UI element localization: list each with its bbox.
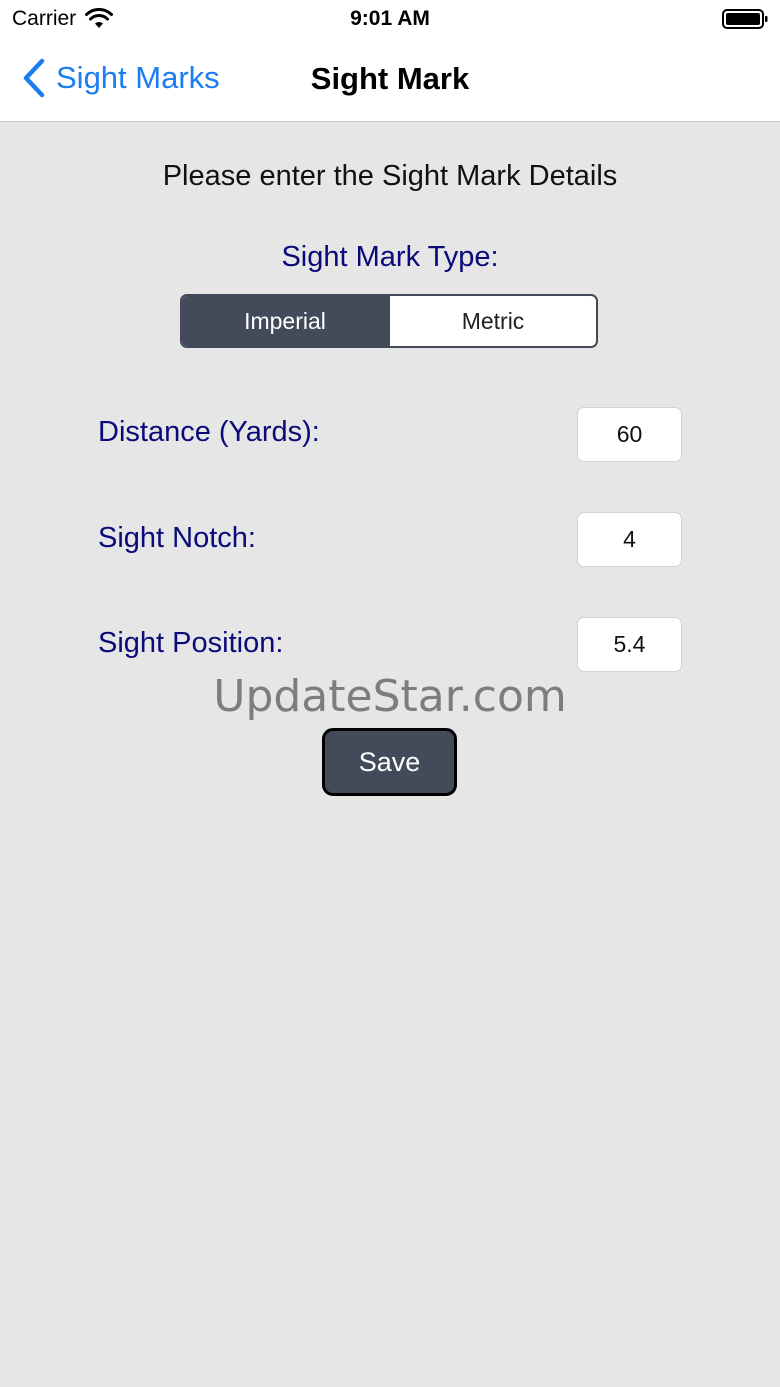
- sight-position-label: Sight Position:: [98, 627, 284, 659]
- form-heading: Please enter the Sight Mark Details: [162, 160, 618, 192]
- distance-input[interactable]: [577, 407, 682, 462]
- segment-imperial[interactable]: Imperial: [182, 296, 388, 346]
- battery-icon: [722, 9, 768, 29]
- distance-label: Distance (Yards):: [98, 416, 320, 448]
- watermark: UpdateStar.com: [213, 671, 567, 722]
- sight-notch-label: Sight Notch:: [98, 522, 256, 554]
- nav-title: Sight Mark: [310, 61, 470, 96]
- sight-notch-input[interactable]: [577, 512, 682, 567]
- sight-position-input[interactable]: [577, 617, 682, 672]
- top-bar: Carrier 9:01 AM Sight Marks Sight Mark: [0, 0, 780, 122]
- sight-mark-type-label: Sight Mark Type:: [281, 241, 499, 273]
- unit-segmented-control: Imperial Metric: [180, 294, 598, 348]
- status-time: 9:01 AM: [350, 7, 430, 30]
- save-button[interactable]: Save: [322, 728, 457, 796]
- segment-metric[interactable]: Metric: [388, 296, 596, 346]
